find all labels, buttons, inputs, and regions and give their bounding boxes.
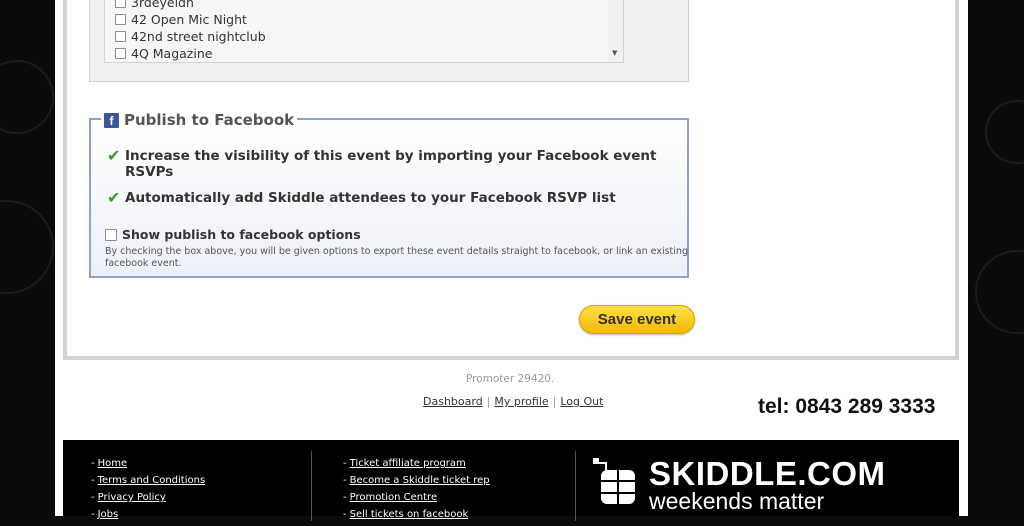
list-scrollbar[interactable]: ▼: [608, 0, 623, 62]
footer-link-item: - Terms and Conditions: [91, 475, 206, 486]
separator: |: [552, 395, 557, 408]
facebook-options-toggle[interactable]: Show publish to facebook options: [105, 227, 361, 242]
facebook-icon: f: [104, 112, 119, 128]
checkmark-icon: ✔: [107, 146, 121, 165]
checkmark-icon: ✔: [107, 188, 121, 207]
list-item-label: 3rdeyeldn: [131, 0, 194, 10]
site-footer: - Home - Terms and Conditions - Privacy Pol…: [63, 440, 959, 521]
privacy-link[interactable]: Privacy Policy: [98, 492, 166, 503]
checkbox[interactable]: [115, 47, 126, 59]
section-legend: f Publish to Facebook: [101, 110, 298, 130]
help-text: By checking the box above, you will be g…: [105, 246, 688, 269]
benefit-text: Automatically add Skiddle attendees to y…: [125, 190, 616, 206]
home-link[interactable]: Home: [98, 458, 128, 469]
benefit-item: ✔ Automatically add Skiddle attendees to…: [107, 188, 665, 207]
logo-tagline: weekends matter: [649, 488, 825, 514]
sell-tickets-facebook-link[interactable]: Sell tickets on facebook: [350, 509, 469, 520]
show-facebook-options-checkbox[interactable]: [105, 228, 117, 241]
benefit-text: Increase the visibility of this event by…: [125, 148, 657, 180]
logo-name: SKIDDLE.COM: [649, 455, 886, 492]
section-title: Publish to Facebook: [124, 111, 295, 129]
footer-divider: [575, 451, 576, 521]
facebook-publish-section: f Publish to Facebook ✔ Increase the vis…: [89, 110, 689, 278]
footer-divider: [311, 451, 312, 521]
venue-checkbox-list[interactable]: 3rdeyeldn 42 Open Mic Night 42nd street …: [104, 0, 624, 63]
list-item-label: 42 Open Mic Night: [131, 11, 247, 27]
dashboard-link[interactable]: Dashboard: [423, 395, 483, 408]
venue-list-panel: 3rdeyeldn 42 Open Mic Night 42nd street …: [89, 0, 689, 82]
checkbox[interactable]: [115, 13, 126, 25]
logo-mark-icon: [593, 458, 643, 508]
separator: |: [486, 395, 491, 408]
terms-link[interactable]: Terms and Conditions: [98, 475, 206, 486]
background-ring: [985, 100, 1024, 164]
footer-link-item: - Sell tickets on facebook: [343, 509, 469, 520]
page-content: 3rdeyeldn 42 Open Mic Night 42nd street …: [55, 0, 968, 521]
skiddle-logo[interactable]: SKIDDLE.COM weekends matter: [593, 455, 886, 514]
list-item[interactable]: 42nd street nightclub: [115, 28, 266, 44]
ticket-rep-link[interactable]: Become a Skiddle ticket rep: [350, 475, 490, 486]
my-profile-link[interactable]: My profile: [494, 395, 548, 408]
footer-link-item: - Become a Skiddle ticket rep: [343, 475, 490, 486]
list-item-label: 4Q Magazine: [131, 45, 213, 61]
footer-link-item: - Home: [91, 458, 128, 469]
ticket-affiliate-link[interactable]: Ticket affiliate program: [350, 458, 466, 469]
list-item[interactable]: 42 Open Mic Night: [115, 11, 247, 27]
footer-link-item: - Ticket affiliate program: [343, 458, 466, 469]
footer-link-item: - Privacy Policy: [91, 492, 166, 503]
jobs-link[interactable]: Jobs: [98, 509, 119, 520]
logo-text: SKIDDLE.COM weekends matter: [649, 455, 886, 514]
footer-link-item: - Jobs: [91, 509, 119, 520]
checkbox[interactable]: [115, 30, 126, 42]
footer-link-item: - Promotion Centre: [343, 492, 438, 503]
user-links: Dashboard | My profile | Log Out: [423, 395, 603, 408]
save-event-button[interactable]: Save event: [579, 305, 695, 334]
list-item[interactable]: 4Q Magazine: [115, 45, 212, 61]
option-label[interactable]: Show publish to facebook options: [122, 227, 361, 242]
background-ring: [0, 60, 54, 134]
background-ring: [0, 200, 54, 294]
list-item-label: 42nd street nightclub: [131, 28, 266, 44]
phone-number: tel: 0843 289 3333: [758, 395, 936, 418]
event-form-frame: 3rdeyeldn 42 Open Mic Night 42nd street …: [63, 0, 959, 360]
background-ring: [975, 250, 1024, 334]
checkbox[interactable]: [115, 0, 126, 8]
log-out-link[interactable]: Log Out: [560, 395, 603, 408]
promotion-centre-link[interactable]: Promotion Centre: [350, 492, 438, 503]
list-item[interactable]: 3rdeyeldn: [115, 0, 194, 10]
benefit-item: ✔ Increase the visibility of this event …: [107, 146, 665, 181]
promoter-id: Promoter 29420.: [466, 373, 555, 385]
arrow-down-icon[interactable]: ▼: [612, 49, 617, 57]
